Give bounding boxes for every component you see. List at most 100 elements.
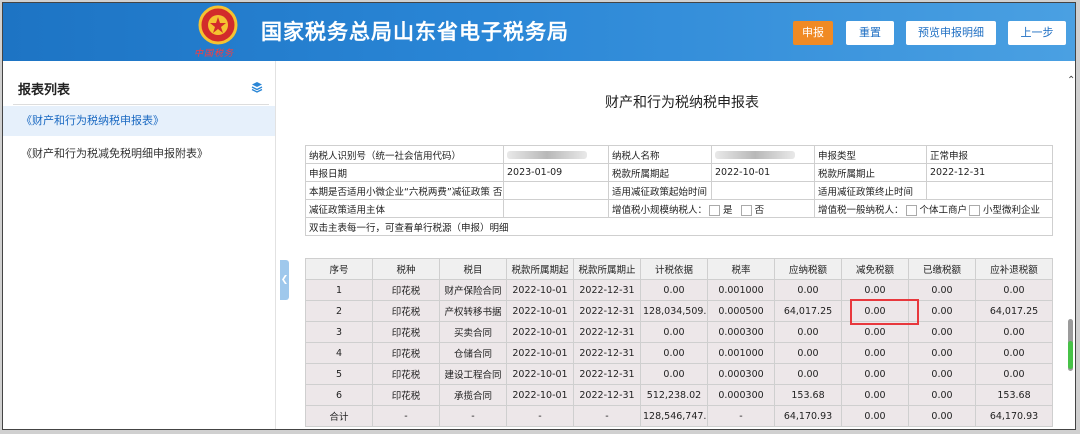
table-cell: 2022-10-01 <box>506 279 574 301</box>
table-row[interactable]: 1 印花税 财产保险合同 2022-10-01 2022-12-31 0.00 … <box>305 279 1053 301</box>
taxpayer-name-label: 纳税人名称 <box>608 145 712 164</box>
table-row[interactable]: 2 印花税 产权转移书据 2022-10-01 2022-12-31 128,0… <box>305 300 1053 322</box>
table-row[interactable]: 3 印花税 买卖合同 2022-10-01 2022-12-31 0.00 0.… <box>305 321 1053 343</box>
table-cell: 产权转移书据 <box>439 300 507 322</box>
micro-enterprise-label: 小型微利企业 <box>983 204 1041 216</box>
no-label: 否 <box>754 204 765 216</box>
taxpayer-id-value <box>503 145 609 164</box>
reset-button[interactable]: 重置 <box>846 21 894 45</box>
table-cell: 64,170.93 <box>774 405 842 427</box>
table-cell: 合计 <box>305 405 373 427</box>
table-cell: 3 <box>305 321 373 343</box>
table-row[interactable]: 5 印花税 建设工程合同 2022-10-01 2022-12-31 0.00 … <box>305 363 1053 385</box>
table-cell: 0.00 <box>774 342 842 364</box>
declare-type-value: 正常申报 <box>926 145 1053 164</box>
table-cell: 0.00 <box>640 321 708 343</box>
table-cell: 64,017.25 <box>975 300 1053 322</box>
table-cell: 128,034,509.17 <box>640 300 708 322</box>
table-cell: 0.00 <box>774 321 842 343</box>
table-cell: 印花税 <box>372 321 440 343</box>
table-cell: 0.00 <box>640 279 708 301</box>
small-policy-value[interactable]: 否 <box>493 187 503 198</box>
micro-enterprise-checkbox[interactable] <box>969 204 981 216</box>
table-cell: 财产保险合同 <box>439 279 507 301</box>
chevron-up-icon[interactable]: ⌃ <box>1067 75 1075 86</box>
taxpayer-info-table: 纳税人识别号（统一社会信用代码） 纳税人名称 申报类型 正常申报 申报日期 20… <box>305 145 1053 236</box>
period-start-value: 2022-10-01 <box>711 163 815 182</box>
individual-checkbox[interactable] <box>905 204 917 216</box>
table-cell: 0.001000 <box>707 279 775 301</box>
layers-icon[interactable] <box>251 81 263 93</box>
table-cell: 0.00 <box>975 279 1053 301</box>
panel-divider <box>13 104 269 105</box>
table-cell: 0.00 <box>640 342 708 364</box>
app-window: 中国税务 国家税务总局山东省电子税务局 申报 重置 预览申报明细 上一步 报表列… <box>3 3 1075 429</box>
relief-end-value[interactable] <box>926 181 1053 200</box>
relief-end-label: 适用减征政策终止时间 <box>814 181 927 200</box>
table-cell: 0.000500 <box>707 300 775 322</box>
column-header: 税款所属期止 <box>573 258 641 280</box>
period-end-label: 税款所属期止 <box>814 163 927 182</box>
taxpayer-name-value <box>711 145 815 164</box>
table-cell: 0.00 <box>908 363 976 385</box>
table-cell: 64,017.25 <box>774 300 842 322</box>
vat-general-cell: 增值税一般纳税人： 个体工商户 小型微利企业 <box>814 199 1053 218</box>
table-cell: 64,170.93 <box>975 405 1053 427</box>
table-cell: 0.00 <box>975 342 1053 364</box>
column-header: 税率 <box>707 258 775 280</box>
table-cell: 128,546,747.19 <box>640 405 708 427</box>
period-start-label: 税款所属期起 <box>608 163 712 182</box>
small-policy-label-text: 本期是否适用小微企业“六税两费”减征政策 <box>309 186 490 198</box>
table-cell: 153.68 <box>975 384 1053 406</box>
site-title: 国家税务总局山东省电子税务局 <box>261 20 569 44</box>
declare-button[interactable]: 申报 <box>793 21 833 45</box>
table-cell: 印花税 <box>372 342 440 364</box>
no-checkbox[interactable] <box>740 204 752 216</box>
table-cell: - <box>372 405 440 427</box>
vat-general-label: 增值税一般纳税人： <box>818 204 904 216</box>
previous-step-button[interactable]: 上一步 <box>1008 21 1066 45</box>
yes-label: 是 <box>723 204 733 216</box>
table-cell: 0.000300 <box>707 321 775 343</box>
table-cell: 建设工程合同 <box>439 363 507 385</box>
table-cell: 0.00 <box>774 279 842 301</box>
relief-start-value[interactable] <box>711 181 815 200</box>
table-cell: 印花税 <box>372 300 440 322</box>
table-cell: 印花税 <box>372 363 440 385</box>
panel-title: 报表列表 <box>18 83 71 98</box>
chevron-left-icon[interactable]: ❮ <box>280 260 289 300</box>
table-cell: 6 <box>305 384 373 406</box>
table-cell: 承揽合同 <box>439 384 507 406</box>
vat-small-label: 增值税小规模纳税人： <box>612 204 708 216</box>
table-row[interactable]: 4 印花税 仓储合同 2022-10-01 2022-12-31 0.00 0.… <box>305 342 1053 364</box>
table-cell: 2022-10-01 <box>506 384 574 406</box>
table-cell: 2022-10-01 <box>506 300 574 322</box>
scrollbar-thumb[interactable] <box>1068 341 1073 369</box>
table-cell: 印花税 <box>372 279 440 301</box>
table-row[interactable]: 6 印花税 承揽合同 2022-10-01 2022-12-31 512,238… <box>305 384 1053 406</box>
sidebar-item-relief-schedule[interactable]: 《财产和行为税减免税明细申报附表》 <box>3 139 275 169</box>
declare-date-value: 2023-01-09 <box>503 163 609 182</box>
yes-checkbox[interactable] <box>709 204 721 216</box>
hint-text: 双击主表每一行，可查看单行税源（申报）明细 <box>305 217 1053 236</box>
document-title: 财产和行为税纳税申报表 <box>605 95 759 111</box>
declare-type-label: 申报类型 <box>814 145 927 164</box>
taxpayer-id-label: 纳税人识别号（统一社会信用代码） <box>305 145 504 164</box>
redacted-value <box>715 150 795 159</box>
table-cell: 2022-12-31 <box>573 342 641 364</box>
table-cell: 0.001000 <box>707 342 775 364</box>
table-cell: 2022-10-01 <box>506 342 574 364</box>
table-cell: 4 <box>305 342 373 364</box>
table-cell: 0.00 <box>975 363 1053 385</box>
table-cell: 2022-12-31 <box>573 300 641 322</box>
preview-details-button[interactable]: 预览申报明细 <box>906 21 996 45</box>
table-cell: 0.00 <box>841 384 909 406</box>
table-cell: 0.00 <box>908 384 976 406</box>
top-banner: 中国税务 国家税务总局山东省电子税务局 申报 重置 预览申报明细 上一步 <box>3 3 1075 61</box>
national-emblem-icon <box>198 5 238 45</box>
brand-logo-text: 中国税务 <box>194 49 235 59</box>
relief-subject-value <box>503 199 609 218</box>
table-cell: - <box>506 405 574 427</box>
sidebar-item-main-form[interactable]: 《财产和行为税纳税申报表》 <box>3 106 275 136</box>
declare-date-label: 申报日期 <box>305 163 504 182</box>
